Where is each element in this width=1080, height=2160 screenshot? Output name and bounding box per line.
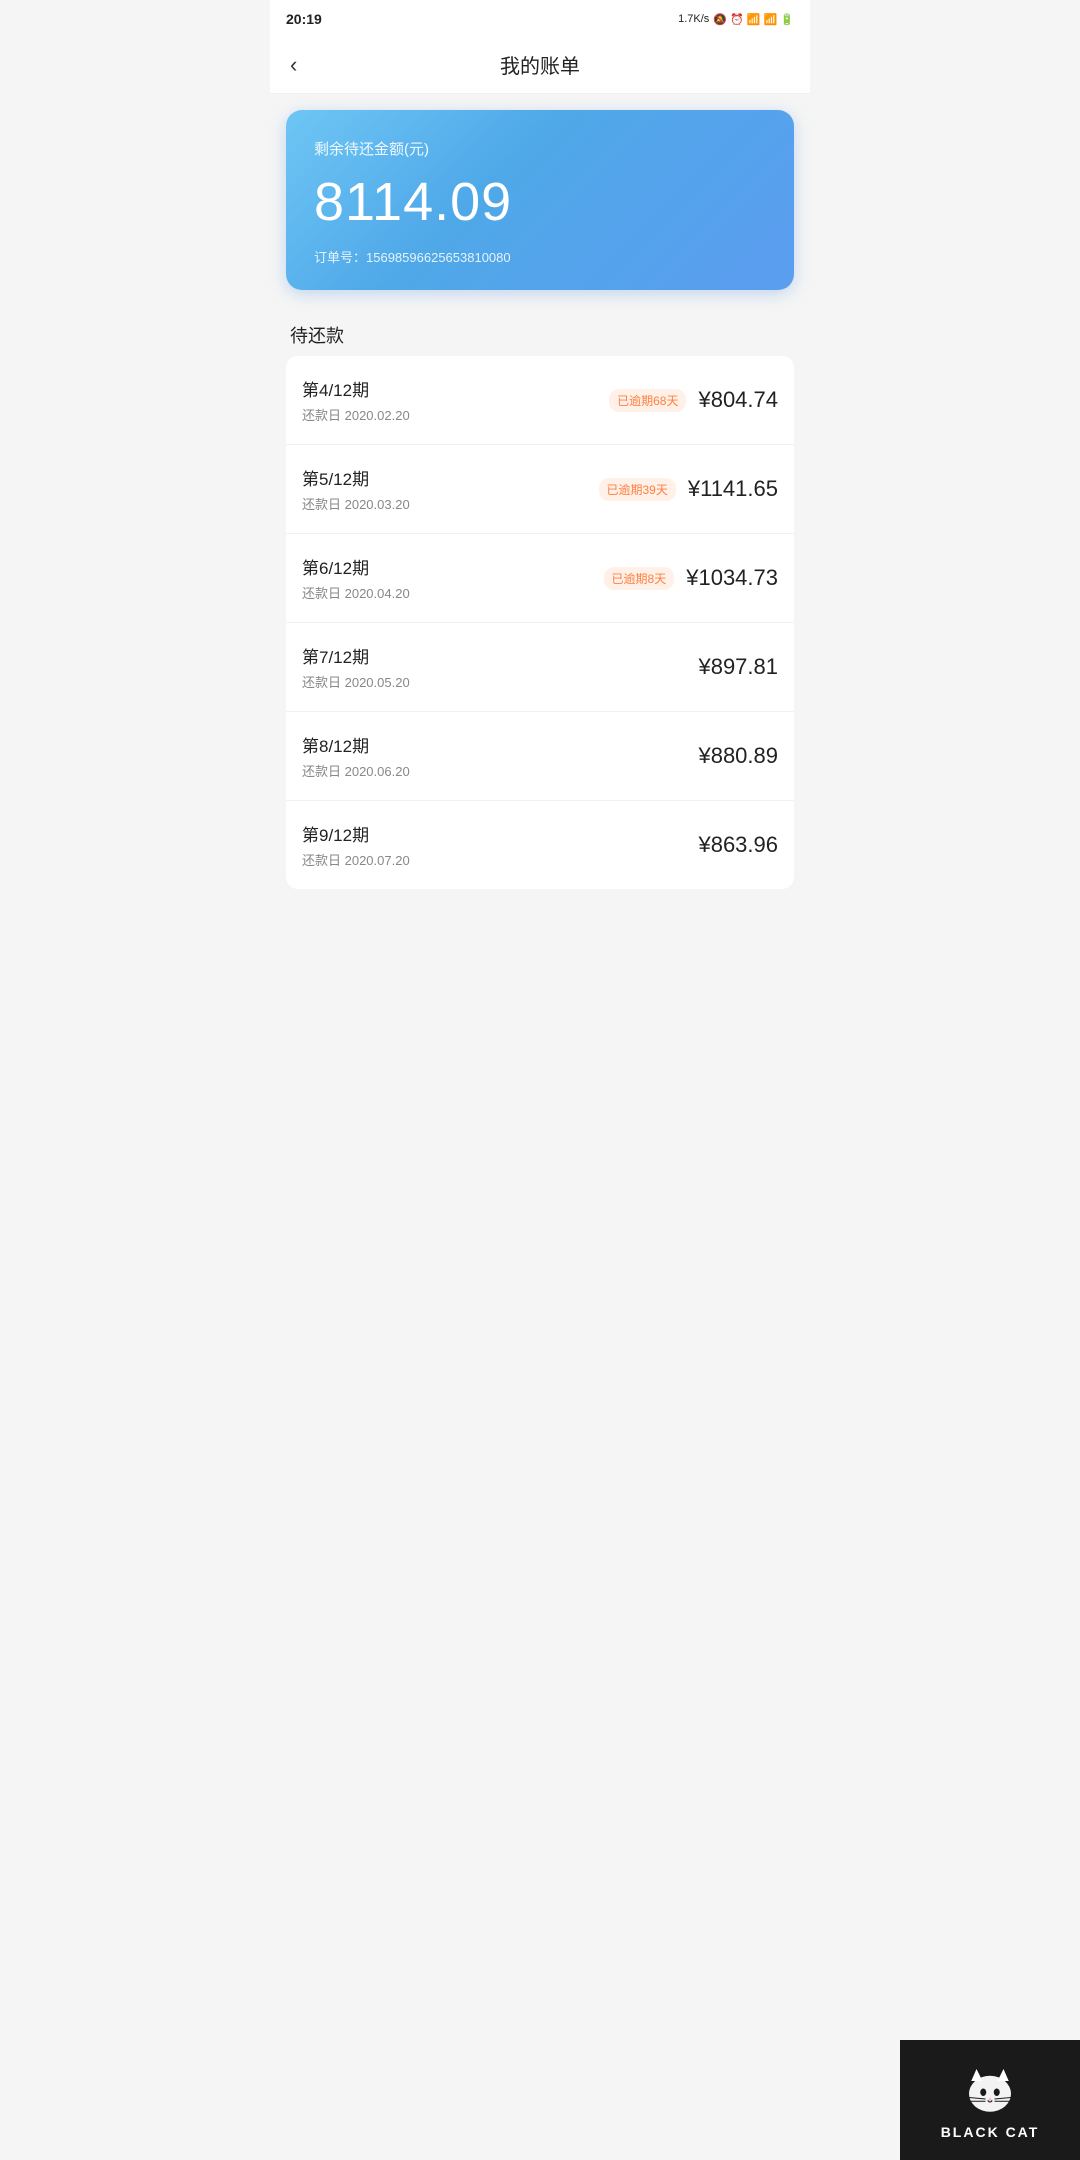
status-bar: 20:19 1.7K/s 🔕 ⏰ 📶 📶 🔋 (270, 0, 810, 36)
bill-amount: ¥897.81 (698, 654, 778, 680)
bill-item-right: ¥897.81 (698, 654, 778, 680)
bill-period: 第7/12期 (302, 643, 410, 668)
bill-date: 还款日 2020.04.20 (302, 583, 410, 602)
overdue-badge: 已逾期39天 (599, 478, 676, 501)
main-content: 剩余待还金额(元) 8114.09 订单号：156985966256538100… (270, 94, 810, 905)
order-prefix: 订单号： (314, 250, 366, 265)
summary-label: 剩余待还金额(元) (314, 138, 766, 159)
bill-date: 还款日 2020.02.20 (302, 405, 410, 424)
summary-card: 剩余待还金额(元) 8114.09 订单号：156985966256538100… (286, 110, 794, 290)
status-right: 1.7K/s 🔕 ⏰ 📶 📶 🔋 (678, 13, 794, 26)
bill-period: 第9/12期 (302, 821, 410, 846)
status-time: 20:19 (286, 11, 322, 27)
bill-item-left: 第8/12期还款日 2020.06.20 (302, 732, 410, 780)
order-number: 15698596625653810080 (366, 250, 511, 265)
bill-period: 第6/12期 (302, 554, 410, 579)
section-title: 待还款 (286, 322, 794, 348)
bill-item[interactable]: 第9/12期还款日 2020.07.20 ¥863.96 (286, 801, 794, 889)
bill-date: 还款日 2020.07.20 (302, 850, 410, 869)
bill-amount: ¥880.89 (698, 743, 778, 769)
bill-item-right: 已逾期68天 ¥804.74 (609, 387, 778, 413)
cat-icon (960, 2060, 1020, 2120)
bill-amount: ¥1034.73 (686, 565, 778, 591)
bill-amount: ¥863.96 (698, 832, 778, 858)
bill-amount: ¥1141.65 (688, 476, 778, 502)
bill-item[interactable]: 第6/12期还款日 2020.04.20 已逾期8天 ¥1034.73 (286, 534, 794, 623)
bill-item[interactable]: 第7/12期还款日 2020.05.20 ¥897.81 (286, 623, 794, 712)
bill-item[interactable]: 第4/12期还款日 2020.02.20 已逾期68天 ¥804.74 (286, 356, 794, 445)
status-icons: 🔕 ⏰ 📶 📶 🔋 (713, 13, 794, 26)
overdue-badge: 已逾期68天 (609, 389, 686, 412)
overdue-badge: 已逾期8天 (604, 567, 675, 590)
header: ‹ 我的账单 (270, 36, 810, 94)
summary-order: 订单号：15698596625653810080 (314, 247, 766, 266)
watermark-text: BLACK CAT (941, 2124, 1040, 2140)
bill-amount: ¥804.74 (698, 387, 778, 413)
bill-item-right: 已逾期39天 ¥1141.65 (599, 476, 779, 502)
bill-item-left: 第7/12期还款日 2020.05.20 (302, 643, 410, 691)
page-title: 我的账单 (500, 50, 580, 79)
bill-item-left: 第5/12期还款日 2020.03.20 (302, 465, 410, 513)
bill-item-right: ¥863.96 (698, 832, 778, 858)
watermark: BLACK CAT (900, 2040, 1080, 2160)
bill-list: 第4/12期还款日 2020.02.20已逾期68天¥804.74第5/12期还… (286, 356, 794, 889)
bill-period: 第8/12期 (302, 732, 410, 757)
bill-item-left: 第6/12期还款日 2020.04.20 (302, 554, 410, 602)
bill-item-right: ¥880.89 (698, 743, 778, 769)
bill-period: 第5/12期 (302, 465, 410, 490)
bill-item[interactable]: 第5/12期还款日 2020.03.20 已逾期39天 ¥1141.65 (286, 445, 794, 534)
bill-item-left: 第9/12期还款日 2020.07.20 (302, 821, 410, 869)
bill-date: 还款日 2020.03.20 (302, 494, 410, 513)
network-speed: 1.7K/s (678, 13, 709, 25)
bill-item-right: 已逾期8天 ¥1034.73 (604, 565, 778, 591)
bill-item-left: 第4/12期还款日 2020.02.20 (302, 376, 410, 424)
summary-amount: 8114.09 (314, 171, 766, 233)
bill-date: 还款日 2020.06.20 (302, 761, 410, 780)
bill-period: 第4/12期 (302, 376, 410, 401)
bill-item[interactable]: 第8/12期还款日 2020.06.20 ¥880.89 (286, 712, 794, 801)
back-button[interactable]: ‹ (290, 52, 297, 78)
bill-date: 还款日 2020.05.20 (302, 672, 410, 691)
